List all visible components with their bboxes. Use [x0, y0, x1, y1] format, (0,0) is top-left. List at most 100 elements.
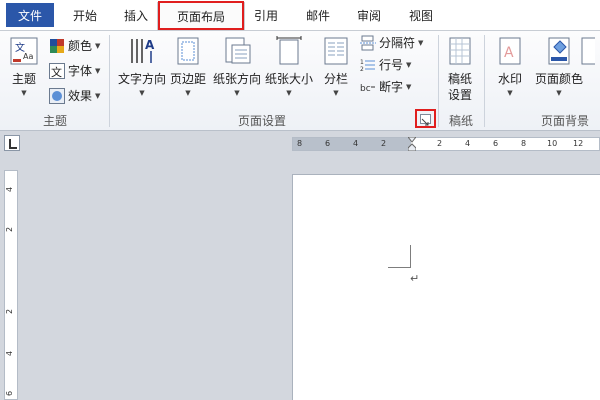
svg-text:文: 文: [51, 65, 62, 79]
ruler-tick: 8: [521, 139, 527, 148]
orientation-label: 纸张方向: [212, 72, 261, 86]
indent-marker-icon[interactable]: [408, 137, 416, 151]
themes-label: 主题: [11, 72, 36, 86]
themes-icon: 文 Aa: [9, 35, 39, 67]
text-direction-button[interactable]: A 文字方向 ▼: [116, 31, 168, 97]
ruler-tick: 4: [353, 139, 359, 148]
chevron-down-icon: ▼: [139, 89, 145, 97]
horizontal-ruler[interactable]: 8 6 4 2 2 4 6 8 10 12: [292, 137, 600, 151]
chevron-down-icon: ▼: [406, 60, 412, 69]
tab-home[interactable]: 开始: [73, 7, 97, 24]
theme-effects-button[interactable]: 效果 ▼: [49, 87, 100, 104]
group-label-page-setup: 页面设置: [237, 114, 286, 128]
size-button[interactable]: 纸张大小 ▼: [263, 31, 315, 97]
effects-icon: [49, 87, 65, 104]
hyphenation-label: 断字: [379, 80, 404, 94]
paper-size-icon: [274, 35, 304, 67]
orientation-icon: [222, 35, 252, 67]
ruler-tick: 2: [5, 308, 15, 315]
draft-paper-label-line2: 设置: [447, 88, 472, 102]
svg-text:Aa: Aa: [23, 52, 33, 61]
ruler-margin-area: [293, 138, 411, 150]
theme-effects-label: 效果: [68, 89, 93, 103]
group-label-themes: 主题: [42, 114, 67, 128]
svg-text:A: A: [145, 38, 155, 52]
chevron-down-icon: ▼: [507, 89, 513, 97]
document-page[interactable]: [292, 174, 600, 400]
svg-text:1: 1: [360, 59, 364, 66]
launcher-highlight-box: [415, 109, 436, 128]
line-numbers-label: 行号: [379, 58, 404, 72]
tab-selector-button[interactable]: [4, 135, 20, 151]
tab-insert[interactable]: 插入: [124, 7, 148, 24]
ruler-tick: 4: [5, 186, 15, 193]
columns-icon: [321, 35, 351, 67]
group-label-draft: 稿纸: [448, 114, 473, 128]
page-borders-icon: [581, 35, 600, 67]
text-direction-icon: A: [127, 35, 157, 67]
breaks-button[interactable]: 分隔符 ▼: [360, 34, 423, 51]
hyphenation-button[interactable]: bc 断字 ▼: [360, 78, 411, 95]
chevron-down-icon: ▼: [286, 89, 292, 97]
draft-paper-button[interactable]: 稿纸 设置: [442, 31, 478, 103]
ruler-tick: 2: [437, 139, 443, 148]
ribbon-tab-bar: 文件 开始 插入 页面布局 引用 邮件 审阅 视图: [0, 0, 600, 30]
chevron-down-icon: ▼: [333, 89, 339, 97]
ruler-tick: 4: [465, 139, 471, 148]
group-label-page-background: 页面背景: [540, 114, 589, 128]
paragraph-mark: ↵: [410, 272, 420, 285]
orientation-button[interactable]: 纸张方向 ▼: [211, 31, 263, 97]
ruler-tick: 6: [325, 139, 331, 148]
size-label: 纸张大小: [264, 72, 313, 86]
ruler-tick: 6: [493, 139, 499, 148]
line-numbers-button[interactable]: 12 行号 ▼: [360, 56, 411, 73]
margins-label: 页边距: [169, 72, 206, 86]
group-divider: [109, 35, 110, 127]
ruler-tick: 2: [5, 226, 15, 233]
tab-mailings[interactable]: 邮件: [306, 7, 330, 24]
ruler-tick: 4: [5, 350, 15, 357]
group-divider: [484, 35, 485, 127]
svg-text:2: 2: [360, 66, 364, 73]
theme-colors-label: 颜色: [68, 39, 93, 53]
margins-icon: [173, 35, 203, 67]
svg-text:A: A: [504, 45, 514, 61]
theme-colors-button[interactable]: 颜色 ▼: [49, 37, 100, 54]
breaks-icon: [360, 35, 376, 51]
chevron-down-icon: ▼: [95, 41, 101, 50]
line-numbers-icon: 12: [360, 57, 376, 73]
page-color-label: 页面颜色: [534, 72, 583, 86]
draft-paper-label: 稿纸 设置: [448, 71, 472, 103]
columns-label: 分栏: [323, 72, 348, 86]
paint-bucket-icon: [544, 35, 574, 67]
tab-file[interactable]: 文件: [6, 3, 54, 27]
watermark-icon: A: [495, 35, 525, 67]
theme-fonts-button[interactable]: 文 字体 ▼: [49, 62, 100, 79]
tab-references[interactable]: 引用: [254, 7, 278, 24]
tab-highlight-box: [158, 1, 244, 30]
chevron-down-icon: ▼: [556, 89, 562, 97]
font-icon: 文: [49, 62, 65, 79]
ribbon-panel: 文 Aa 主题 ▼ 颜色 ▼ 文 字体 ▼ 效果 ▼ 主题 A 文字方向 ▼ 页…: [0, 30, 600, 131]
margin-crop-mark: [388, 245, 411, 268]
draft-paper-label-line1: 稿纸: [447, 72, 472, 86]
chevron-down-icon: ▼: [418, 38, 424, 47]
text-direction-label: 文字方向: [117, 72, 166, 86]
chevron-down-icon: ▼: [95, 91, 101, 100]
columns-button[interactable]: 分栏 ▼: [318, 31, 354, 97]
theme-fonts-label: 字体: [68, 64, 93, 78]
page-color-button[interactable]: 页面颜色 ▼: [533, 31, 585, 97]
margins-button[interactable]: 页边距 ▼: [168, 31, 208, 97]
tab-review[interactable]: 审阅: [357, 7, 381, 24]
svg-text:bc: bc: [360, 84, 371, 94]
themes-button[interactable]: 文 Aa 主题 ▼: [6, 31, 42, 97]
group-divider: [438, 35, 439, 127]
tab-view[interactable]: 视图: [409, 7, 433, 24]
ruler-tick: 12: [573, 139, 584, 148]
ruler-tick: 2: [381, 139, 387, 148]
chevron-down-icon: ▼: [406, 82, 412, 91]
page-borders-button[interactable]: [581, 31, 600, 67]
watermark-button[interactable]: A 水印 ▼: [492, 31, 528, 97]
vertical-ruler[interactable]: 4 2 2 4 6: [4, 170, 18, 400]
chevron-down-icon: ▼: [95, 66, 101, 75]
